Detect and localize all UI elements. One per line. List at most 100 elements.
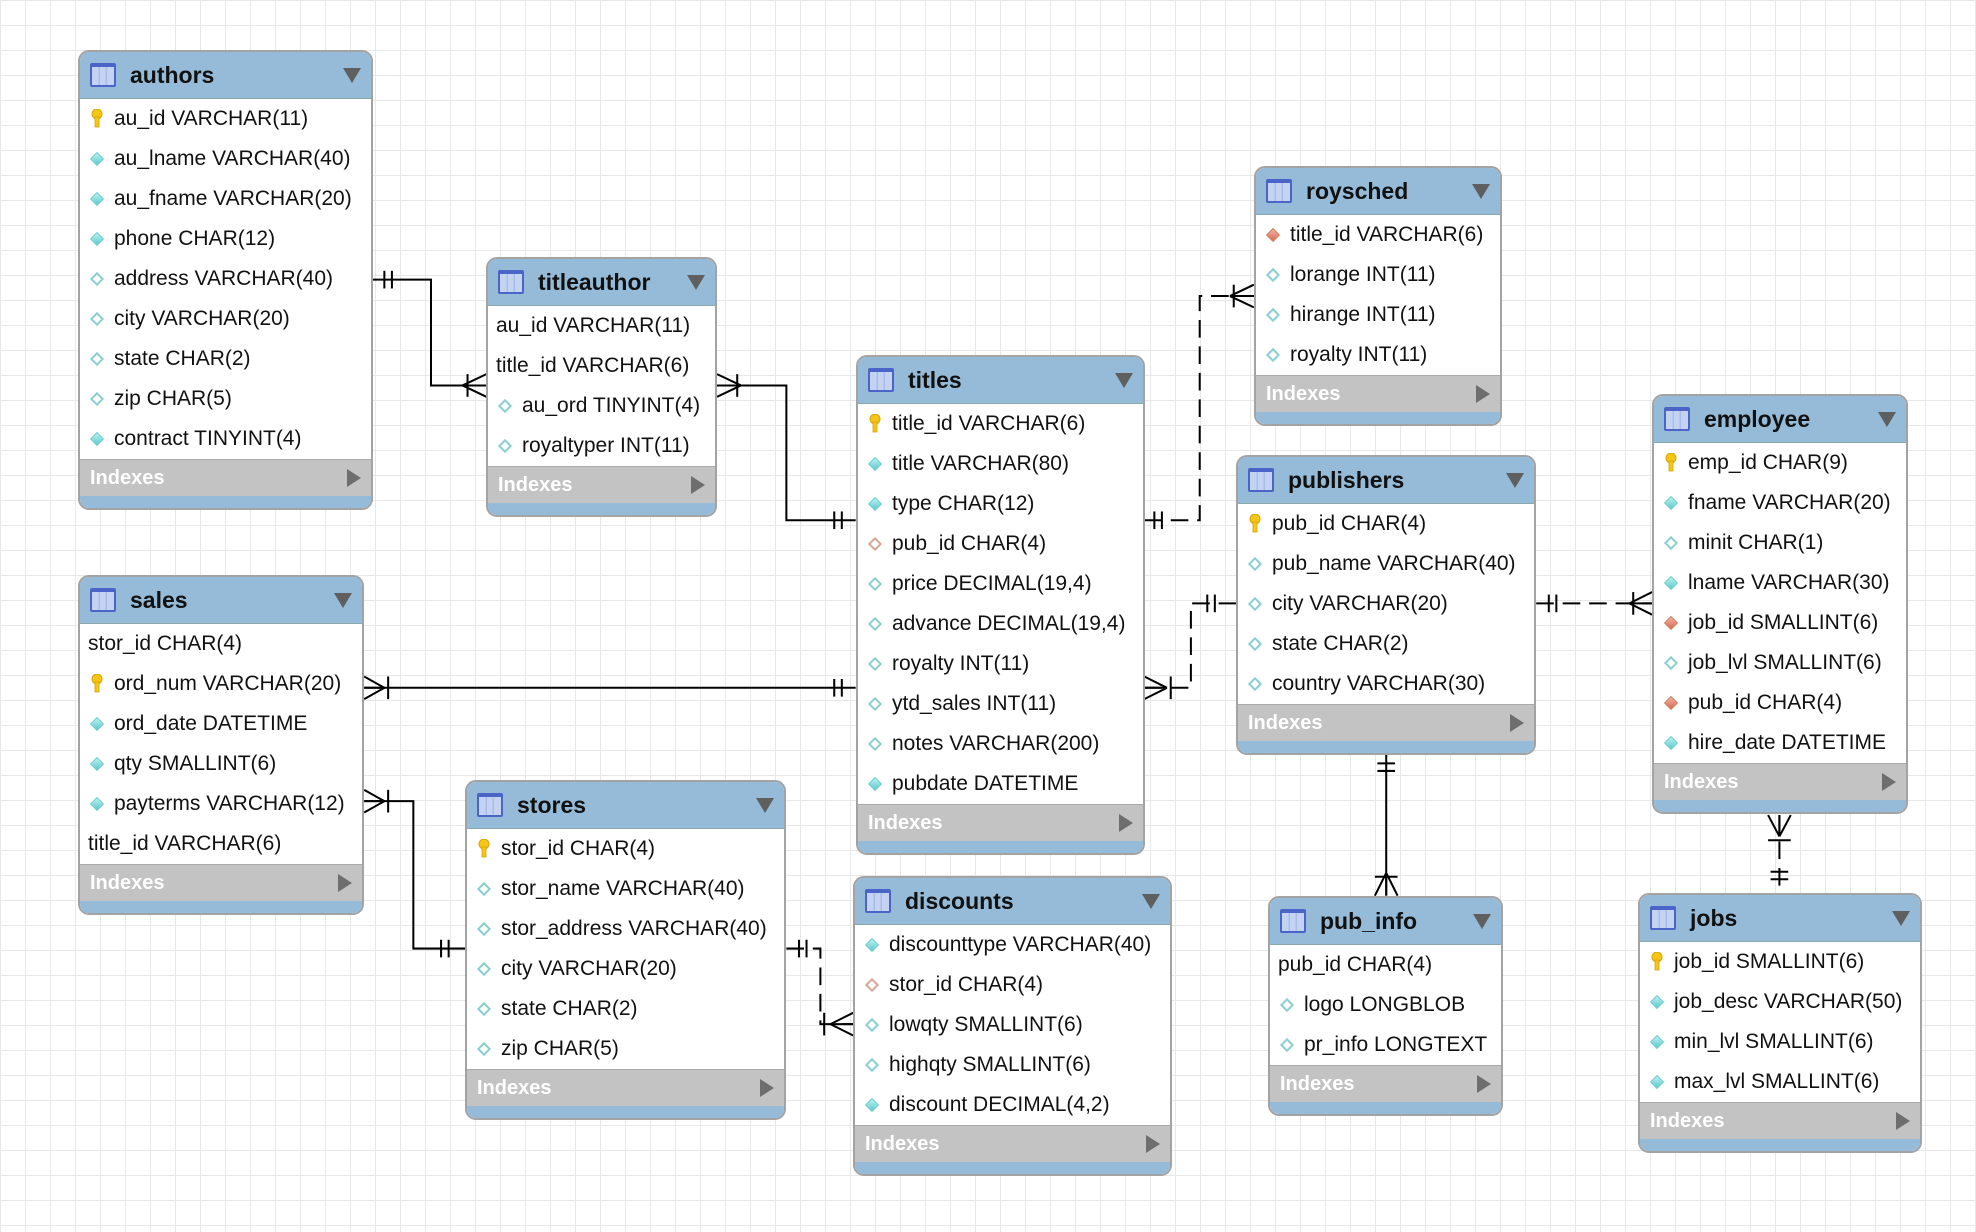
column-row[interactable]: job_lvl SMALLINT(6) bbox=[1654, 643, 1906, 683]
table-header[interactable]: pub_info bbox=[1270, 898, 1501, 945]
stores-discounts-line[interactable] bbox=[786, 947, 854, 1026]
collapse-toggle-icon[interactable] bbox=[1473, 913, 1491, 929]
many-marker[interactable] bbox=[830, 1011, 854, 1026]
column-row[interactable]: country VARCHAR(30) bbox=[1238, 664, 1534, 704]
table-roysched[interactable]: roysched title_id VARCHAR(6) lorange INT(… bbox=[1254, 166, 1502, 426]
expand-indexes-icon[interactable] bbox=[1119, 814, 1133, 832]
collapse-toggle-icon[interactable] bbox=[1472, 183, 1490, 199]
column-row[interactable]: price DECIMAL(19,4) bbox=[858, 564, 1143, 604]
publishers-titles-line[interactable] bbox=[1144, 602, 1237, 689]
column-row[interactable]: title_id VARCHAR(6) bbox=[488, 346, 715, 386]
expand-indexes-icon[interactable] bbox=[1476, 385, 1490, 403]
column-row[interactable]: au_id VARCHAR(11) bbox=[488, 306, 715, 346]
column-row[interactable]: city VARCHAR(20) bbox=[1238, 584, 1534, 624]
column-row[interactable]: royalty INT(11) bbox=[1256, 335, 1500, 375]
column-row[interactable]: title VARCHAR(80) bbox=[858, 444, 1143, 484]
indexes-section[interactable]: Indexes bbox=[1256, 375, 1500, 412]
table-employee[interactable]: employee emp_id CHAR(9) fname VARCHAR(20)… bbox=[1652, 394, 1908, 814]
indexes-section[interactable]: Indexes bbox=[1640, 1102, 1920, 1139]
collapse-toggle-icon[interactable] bbox=[343, 67, 361, 83]
table-pub-info[interactable]: pub_info pub_id CHAR(4) logo LONGBLOB pr_i… bbox=[1268, 896, 1503, 1116]
column-row[interactable]: qty SMALLINT(6) bbox=[80, 744, 362, 784]
table-header[interactable]: jobs bbox=[1640, 895, 1920, 942]
table-stores[interactable]: stores stor_id CHAR(4) stor_name VARCHAR(… bbox=[465, 780, 786, 1120]
column-row[interactable]: zip CHAR(5) bbox=[80, 379, 371, 419]
column-row[interactable]: stor_id CHAR(4) bbox=[80, 624, 362, 664]
column-row[interactable]: title_id VARCHAR(6) bbox=[1256, 215, 1500, 255]
expand-indexes-icon[interactable] bbox=[691, 476, 705, 494]
collapse-toggle-icon[interactable] bbox=[1115, 372, 1133, 388]
table-header[interactable]: discounts bbox=[855, 878, 1170, 925]
column-row[interactable]: hire_date DATETIME bbox=[1654, 723, 1906, 763]
column-row[interactable]: address VARCHAR(40) bbox=[80, 259, 371, 299]
column-row[interactable]: royaltyper INT(11) bbox=[488, 426, 715, 466]
collapse-toggle-icon[interactable] bbox=[1892, 910, 1910, 926]
column-row[interactable]: pub_id CHAR(4) bbox=[858, 524, 1143, 564]
expand-indexes-icon[interactable] bbox=[1477, 1075, 1491, 1093]
table-header[interactable]: roysched bbox=[1256, 168, 1500, 215]
column-row[interactable]: pubdate DATETIME bbox=[858, 764, 1143, 804]
table-titleauthor[interactable]: titleauthor au_id VARCHAR(11) title_id VA… bbox=[486, 257, 717, 517]
many-marker[interactable] bbox=[1143, 686, 1168, 701]
column-row[interactable]: job_id SMALLINT(6) bbox=[1654, 603, 1906, 643]
indexes-section[interactable]: Indexes bbox=[80, 864, 362, 901]
column-row[interactable]: pub_id CHAR(4) bbox=[1238, 504, 1534, 544]
table-publishers[interactable]: publishers pub_id CHAR(4) pub_name VARCHA… bbox=[1236, 455, 1536, 755]
expand-indexes-icon[interactable] bbox=[1896, 1112, 1910, 1130]
table-header[interactable]: employee bbox=[1654, 396, 1906, 443]
table-sales[interactable]: sales stor_id CHAR(4) ord_num VARCHAR(20)… bbox=[78, 575, 364, 915]
many-marker[interactable] bbox=[830, 1023, 854, 1037]
titles-titleauthor-line[interactable] bbox=[717, 384, 856, 522]
column-row[interactable]: ytd_sales INT(11) bbox=[858, 684, 1143, 724]
column-row[interactable]: discount DECIMAL(4,2) bbox=[855, 1085, 1170, 1125]
many-marker[interactable] bbox=[363, 686, 385, 701]
table-header[interactable]: titles bbox=[858, 357, 1143, 404]
column-row[interactable]: min_lvl SMALLINT(6) bbox=[1640, 1022, 1920, 1062]
many-marker[interactable] bbox=[363, 788, 385, 803]
column-row[interactable]: au_fname VARCHAR(20) bbox=[80, 179, 371, 219]
indexes-section[interactable]: Indexes bbox=[855, 1125, 1170, 1162]
column-row[interactable]: state CHAR(2) bbox=[1238, 624, 1534, 664]
table-header[interactable]: publishers bbox=[1238, 457, 1534, 504]
column-row[interactable]: job_desc VARCHAR(50) bbox=[1640, 982, 1920, 1022]
collapse-toggle-icon[interactable] bbox=[334, 592, 352, 608]
column-row[interactable]: pub_id CHAR(4) bbox=[1270, 945, 1501, 985]
collapse-toggle-icon[interactable] bbox=[756, 797, 774, 813]
authors-titleauthor-line[interactable] bbox=[373, 278, 487, 387]
column-row[interactable]: state CHAR(2) bbox=[467, 989, 784, 1029]
column-row[interactable]: lorange INT(11) bbox=[1256, 255, 1500, 295]
table-authors[interactable]: authors au_id VARCHAR(11) au_lname VARCHA… bbox=[78, 50, 373, 510]
column-row[interactable]: au_lname VARCHAR(40) bbox=[80, 139, 371, 179]
column-row[interactable]: advance DECIMAL(19,4) bbox=[858, 604, 1143, 644]
column-row[interactable]: pub_id CHAR(4) bbox=[1654, 683, 1906, 723]
column-row[interactable]: minit CHAR(1) bbox=[1654, 523, 1906, 563]
column-row[interactable]: au_id VARCHAR(11) bbox=[80, 99, 371, 139]
stores-sales-line[interactable] bbox=[364, 800, 466, 950]
column-row[interactable]: payterms VARCHAR(12) bbox=[80, 784, 362, 824]
column-row[interactable]: job_id SMALLINT(6) bbox=[1640, 942, 1920, 982]
indexes-section[interactable]: Indexes bbox=[858, 804, 1143, 841]
expand-indexes-icon[interactable] bbox=[347, 469, 361, 487]
collapse-toggle-icon[interactable] bbox=[1142, 893, 1160, 909]
table-header[interactable]: sales bbox=[80, 577, 362, 624]
column-row[interactable]: max_lvl SMALLINT(6) bbox=[1640, 1062, 1920, 1102]
column-row[interactable]: hirange INT(11) bbox=[1256, 295, 1500, 335]
indexes-section[interactable]: Indexes bbox=[1654, 763, 1906, 800]
column-row[interactable]: state CHAR(2) bbox=[80, 339, 371, 379]
expand-indexes-icon[interactable] bbox=[1882, 773, 1896, 791]
column-row[interactable]: title_id VARCHAR(6) bbox=[858, 404, 1143, 444]
column-row[interactable]: notes VARCHAR(200) bbox=[858, 724, 1143, 764]
expand-indexes-icon[interactable] bbox=[760, 1079, 774, 1097]
column-row[interactable]: type CHAR(12) bbox=[858, 484, 1143, 524]
column-row[interactable]: title_id VARCHAR(6) bbox=[80, 824, 362, 864]
column-row[interactable]: ord_date DATETIME bbox=[80, 704, 362, 744]
many-marker[interactable] bbox=[1778, 814, 1792, 837]
column-row[interactable]: zip CHAR(5) bbox=[467, 1029, 784, 1069]
many-marker[interactable] bbox=[1143, 675, 1168, 689]
column-row[interactable]: phone CHAR(12) bbox=[80, 219, 371, 259]
column-row[interactable]: emp_id CHAR(9) bbox=[1654, 443, 1906, 483]
column-row[interactable]: au_ord TINYINT(4) bbox=[488, 386, 715, 426]
table-header[interactable]: titleauthor bbox=[488, 259, 715, 306]
indexes-section[interactable]: Indexes bbox=[488, 466, 715, 503]
column-row[interactable]: highqty SMALLINT(6) bbox=[855, 1045, 1170, 1085]
